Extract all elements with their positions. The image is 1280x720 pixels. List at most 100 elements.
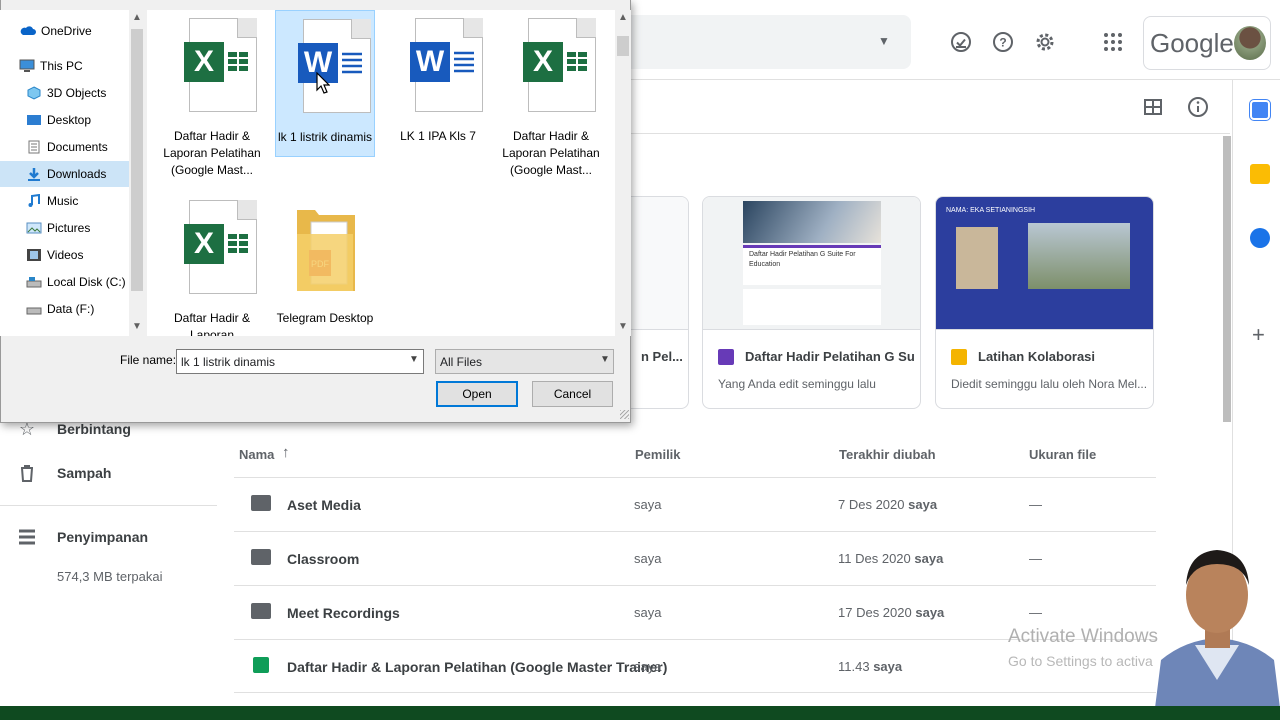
tree-item-downloads[interactable]: Downloads: [0, 161, 129, 187]
row-owner: saya: [634, 605, 662, 620]
tasks-icon[interactable]: [1250, 228, 1270, 248]
excel-icon: X: [184, 42, 224, 82]
search-bar[interactable]: [600, 15, 911, 69]
file-type-select[interactable]: All Files: [435, 349, 614, 374]
mouse-cursor-icon: [316, 72, 330, 94]
trash-icon: [21, 465, 33, 482]
nav-trash[interactable]: Sampah: [0, 458, 111, 488]
tree-label: Desktop: [47, 113, 92, 127]
file-item[interactable]: X Daftar Hadir & Laporan: [162, 192, 262, 336]
sheets-icon: [253, 657, 269, 673]
files-scroll-thumb[interactable]: [617, 36, 629, 56]
file-item[interactable]: X Daftar Hadir & Laporan Pelatihan (Goog…: [501, 10, 601, 190]
computer-icon: [19, 59, 35, 72]
sort-arrow-up-icon[interactable]: ↑: [282, 444, 290, 461]
scrollbar[interactable]: [1223, 136, 1231, 422]
tree-item-music[interactable]: Music: [26, 188, 78, 214]
scroll-up-icon[interactable]: ▲: [132, 12, 142, 23]
tree-item-onedrive[interactable]: OneDrive: [20, 18, 92, 44]
row-owner: saya: [634, 659, 662, 674]
text-lines-icon: [454, 51, 474, 73]
file-name: LK 1 IPA Kls 7: [400, 129, 476, 143]
card-thumbnail: Daftar Hadir Pelatihan G Suite For Educa…: [703, 197, 920, 330]
row-modified: 11 Des 2020 saya: [838, 551, 944, 566]
settings-gear-icon[interactable]: [1033, 30, 1057, 54]
file-name: lk 1 listrik dinamis: [277, 130, 373, 144]
suggested-card[interactable]: NAMA: EKA SETIANINGSIH Latihan Kolaboras…: [935, 196, 1154, 409]
text-lines-icon: [342, 52, 362, 74]
file-name: Daftar Hadir & Laporan Pelatihan (Google…: [163, 129, 261, 177]
drive-icon: [26, 307, 42, 315]
tree-label: Downloads: [47, 167, 107, 181]
filename-input[interactable]: lk 1 listrik dinamis: [176, 349, 424, 374]
open-button[interactable]: Open: [436, 381, 518, 407]
file-name: Daftar Hadir & Laporan: [173, 311, 251, 336]
row-name: Meet Recordings: [287, 605, 400, 621]
storage-icon: [19, 529, 35, 545]
cube-icon: [27, 86, 41, 100]
cloud-icon: [20, 26, 36, 35]
desktop-icon: [27, 115, 41, 125]
tree-label: Pictures: [47, 221, 91, 235]
keep-icon[interactable]: [1250, 164, 1270, 184]
tree-item-this-pc[interactable]: This PC: [19, 53, 83, 79]
nav-storage[interactable]: Penyimpanan: [0, 522, 148, 552]
file-item[interactable]: X Daftar Hadir & Laporan Pelatihan (Goog…: [162, 10, 262, 190]
row-name: Daftar Hadir & Laporan Pelatihan (Google…: [287, 659, 668, 675]
row-owner: saya: [634, 497, 662, 512]
cancel-button[interactable]: Cancel: [532, 381, 613, 407]
apps-grid-icon[interactable]: [1101, 30, 1125, 54]
card-title: Daftar Hadir Pelatihan G Su...: [745, 349, 915, 364]
row-modified: 11.43 saya: [838, 659, 903, 674]
file-name: Telegram Desktop: [276, 311, 374, 325]
tree-item-local-disk[interactable]: Local Disk (C:): [26, 269, 126, 295]
scroll-down-icon[interactable]: ▼: [132, 321, 142, 332]
slides-icon: [951, 349, 967, 365]
search-options-icon[interactable]: ▼: [878, 34, 890, 48]
tree-item-data-drive[interactable]: Data (F:): [26, 296, 94, 322]
spreadsheet-grid-icon: [228, 52, 248, 71]
folder-icon: [251, 603, 271, 619]
card-subtitle: Yang Anda edit seminggu lalu: [718, 377, 876, 391]
file-name: Daftar Hadir & Laporan Pelatihan (Google…: [502, 129, 600, 177]
offline-status-icon[interactable]: [949, 30, 973, 54]
file-item[interactable]: PDF Telegram Desktop: [275, 192, 375, 336]
file-item[interactable]: W LK 1 IPA Kls 7: [388, 10, 488, 157]
tree-label: Music: [47, 194, 79, 208]
info-icon[interactable]: [1187, 96, 1209, 118]
table-row[interactable]: Aset Media saya 7 Des 2020 saya —: [234, 477, 1156, 531]
svg-text:?: ?: [999, 36, 1006, 50]
nav-label: Penyimpanan: [57, 529, 149, 545]
calendar-icon[interactable]: [1250, 100, 1270, 120]
form-preview-title: Daftar Hadir Pelatihan G Suite For Educa…: [749, 251, 856, 268]
avatar[interactable]: [1234, 26, 1266, 60]
google-logo: Google: [1150, 28, 1234, 58]
chevron-down-icon[interactable]: ▼: [600, 354, 610, 365]
scroll-down-icon[interactable]: ▼: [618, 321, 628, 332]
nav-label: Berbintang: [57, 421, 131, 437]
add-addon-icon[interactable]: +: [1252, 322, 1265, 348]
column-modified[interactable]: Terakhir diubah: [839, 447, 936, 462]
tree-item-pictures[interactable]: Pictures: [26, 215, 90, 241]
row-modified: 7 Des 2020 saya: [838, 497, 938, 512]
forms-icon: [718, 349, 734, 365]
scroll-up-icon[interactable]: ▲: [618, 12, 628, 23]
tree-item-videos[interactable]: Videos: [26, 242, 83, 268]
presenter-webcam-image: [1155, 550, 1280, 708]
column-name[interactable]: Nama: [239, 447, 274, 462]
table-row[interactable]: Classroom saya 11 Des 2020 saya —: [234, 531, 1156, 585]
tree-item-desktop[interactable]: Desktop: [26, 107, 91, 133]
tree-item-3d-objects[interactable]: 3D Objects: [26, 80, 106, 106]
files-scrollbar[interactable]: [615, 10, 631, 336]
resize-grip[interactable]: [620, 410, 629, 419]
column-owner[interactable]: Pemilik: [635, 447, 681, 462]
filename-dropdown-icon[interactable]: ▼: [409, 354, 419, 365]
suggested-card[interactable]: Daftar Hadir Pelatihan G Suite For Educa…: [702, 196, 921, 409]
column-size[interactable]: Ukuran file: [1029, 447, 1096, 462]
tree-item-documents[interactable]: Documents: [26, 134, 108, 160]
activate-windows-hint: Go to Settings to activa: [1008, 653, 1153, 669]
nav-pane-scroll-thumb[interactable]: [131, 29, 143, 291]
grid-view-icon[interactable]: [1143, 97, 1163, 117]
help-icon[interactable]: ?: [991, 30, 1015, 54]
row-size: —: [1029, 605, 1042, 620]
